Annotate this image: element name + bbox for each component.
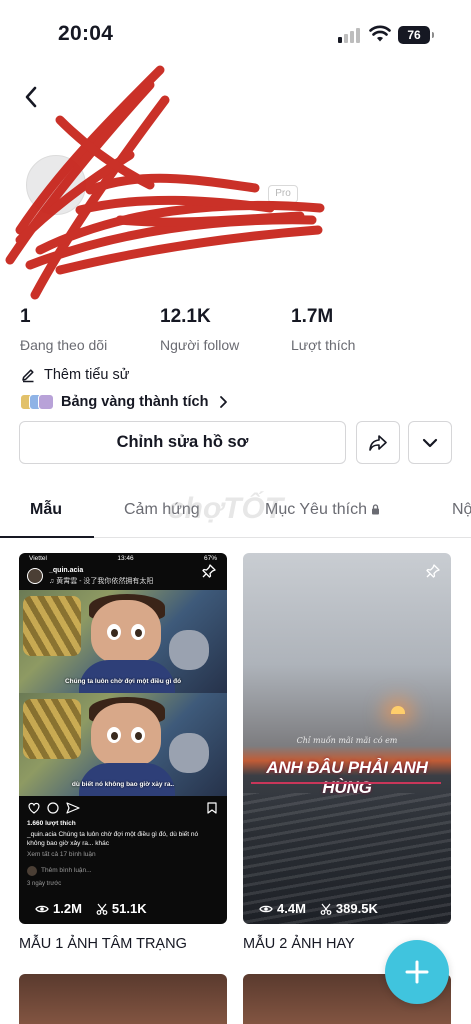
- eye-icon: [259, 905, 273, 912]
- uses-count: 1.2M: [53, 901, 82, 916]
- preview-add-comment: Thêm bình luận...: [41, 867, 92, 874]
- preview-post-actions: [28, 802, 217, 814]
- tab-partial[interactable]: Nộ: [452, 501, 471, 519]
- add-bio-link[interactable]: Thêm tiểu sử: [20, 365, 129, 385]
- wifi-icon: [369, 25, 391, 42]
- tab-templates[interactable]: Mẫu: [30, 501, 62, 519]
- tab-inspiration[interactable]: Cảm hứng: [124, 501, 200, 519]
- template-title-1[interactable]: MẪU 1 ẢNH TÂM TRẠNG: [19, 936, 187, 952]
- stat-following[interactable]: 1 Đang theo dõi: [20, 306, 107, 353]
- chevron-left-icon: [25, 86, 37, 108]
- stat-followers-count: 12.1K: [160, 306, 211, 327]
- stat-likes-count: 1.7M: [291, 306, 334, 327]
- status-time: 20:04: [58, 22, 114, 45]
- lock-icon: [371, 504, 379, 515]
- profile-name-redacted: [120, 178, 240, 198]
- preview-small-text: Chỉ muốn mãi mãi có em: [296, 736, 398, 745]
- uses-count: 4.4M: [277, 901, 306, 916]
- preview-post-caption: _quin.acia Chúng ta luôn chờ đợi một điề…: [27, 831, 199, 847]
- stat-likes-label: Lượt thích: [291, 337, 356, 353]
- chevron-down-icon: [422, 438, 438, 447]
- more-options-button[interactable]: [408, 421, 452, 464]
- tab-favorites[interactable]: Mục Yêu thích: [265, 501, 380, 519]
- signal-icon: [338, 27, 362, 43]
- back-button[interactable]: [16, 80, 46, 114]
- preview-clock: 13:46: [117, 555, 134, 562]
- stat-following-count: 1: [20, 306, 31, 327]
- chevron-right-icon: [220, 396, 228, 408]
- edit-profile-button[interactable]: Chỉnh sửa hồ sơ: [19, 421, 346, 464]
- preview-big-text: ANH ĐÂU PHẢI ANH HÙNG: [266, 758, 428, 797]
- status-bar: 20:04 76: [0, 0, 471, 60]
- preview-username: _quin.acia: [49, 567, 84, 574]
- template-card-3[interactable]: [19, 974, 227, 1024]
- stat-following-label: Đang theo dõi: [20, 337, 108, 353]
- preview-caption-top: Chúng ta luôn chờ đợi một điều gì đó: [64, 678, 182, 685]
- template-title-2[interactable]: MẪU 2 ẢNH HAY: [243, 936, 355, 952]
- avatar[interactable]: [26, 155, 86, 215]
- plus-icon: [405, 960, 429, 984]
- cuts-stat: 389.5K: [320, 901, 378, 916]
- stat-followers[interactable]: 12.1K Người follow: [160, 306, 239, 353]
- card-stats: 4.4M 389.5K: [259, 901, 378, 916]
- eye-icon: [35, 905, 49, 912]
- badge-icons: [20, 394, 54, 410]
- preview-likes: 1.660 lượt thích: [27, 820, 76, 827]
- profile-stats: 1 Đang theo dõi 12.1K Người follow 1.7M …: [0, 306, 471, 356]
- cuts-stat: 51.1K: [96, 901, 147, 916]
- template-card-1[interactable]: Viettel 13:46 67% _quin.acia ♫ 黄霄雲 - 没了我…: [19, 553, 227, 924]
- pro-badge[interactable]: Pro: [268, 185, 298, 203]
- achievements-label: Bảng vàng thành tích: [61, 394, 209, 410]
- pin-icon: [423, 561, 443, 581]
- create-button[interactable]: [385, 940, 449, 1004]
- pencil-icon: [22, 369, 34, 383]
- cuts-count: 389.5K: [335, 901, 378, 916]
- pin-icon: [199, 561, 219, 581]
- preview-view-comments: Xem tất cả 17 bình luận: [27, 851, 96, 858]
- add-bio-label: Thêm tiểu sử: [44, 367, 130, 383]
- scissors-icon: [320, 903, 332, 915]
- achievements-link[interactable]: Bảng vàng thành tích: [20, 390, 228, 414]
- preview-status-bar: Viettel 13:46 67%: [19, 553, 227, 565]
- template-card-2[interactable]: Chỉ muốn mãi mãi có em ANH ĐÂU PHẢI ANH …: [243, 553, 451, 924]
- tab-favorites-label: Mục Yêu thích: [265, 501, 367, 518]
- preview-music: ♫ 黄霄雲 - 没了我你依然拥有太阳: [49, 578, 154, 585]
- share-profile-button[interactable]: [356, 421, 400, 464]
- preview-avatar: [27, 568, 43, 584]
- uses-stat: 1.2M: [35, 901, 82, 916]
- stat-likes[interactable]: 1.7M Lượt thích: [291, 306, 355, 353]
- active-tab-indicator: [0, 536, 94, 538]
- preview-carrier: Viettel: [29, 555, 47, 562]
- preview-frame-bottom: dù biết nó không bao giờ xảy ra..: [19, 693, 227, 796]
- preview-comment-avatar: [27, 866, 37, 876]
- battery-indicator: 76: [398, 26, 434, 44]
- preview-post-header: _quin.acia ♫ 黄霄雲 - 没了我你依然拥有太阳: [27, 566, 207, 588]
- preview-caption-bottom: dù biết nó không bao giờ xảy ra..: [71, 781, 175, 788]
- preview-date: 3 ngày trước: [27, 881, 62, 887]
- uses-stat: 4.4M: [259, 901, 306, 916]
- preview-frame-top: Chúng ta luôn chờ đợi một điều gì đó: [19, 590, 227, 693]
- preview-underline: [251, 782, 441, 784]
- cuts-count: 51.1K: [111, 901, 147, 916]
- share-icon: [369, 434, 387, 451]
- stat-followers-label: Người follow: [160, 337, 240, 353]
- scissors-icon: [96, 903, 108, 915]
- profile-tabs: Mẫu Cảm hứng Mục Yêu thích Nộ: [0, 488, 471, 538]
- card-stats: 1.2M 51.1K: [35, 901, 147, 916]
- sunset-sun: [391, 706, 405, 714]
